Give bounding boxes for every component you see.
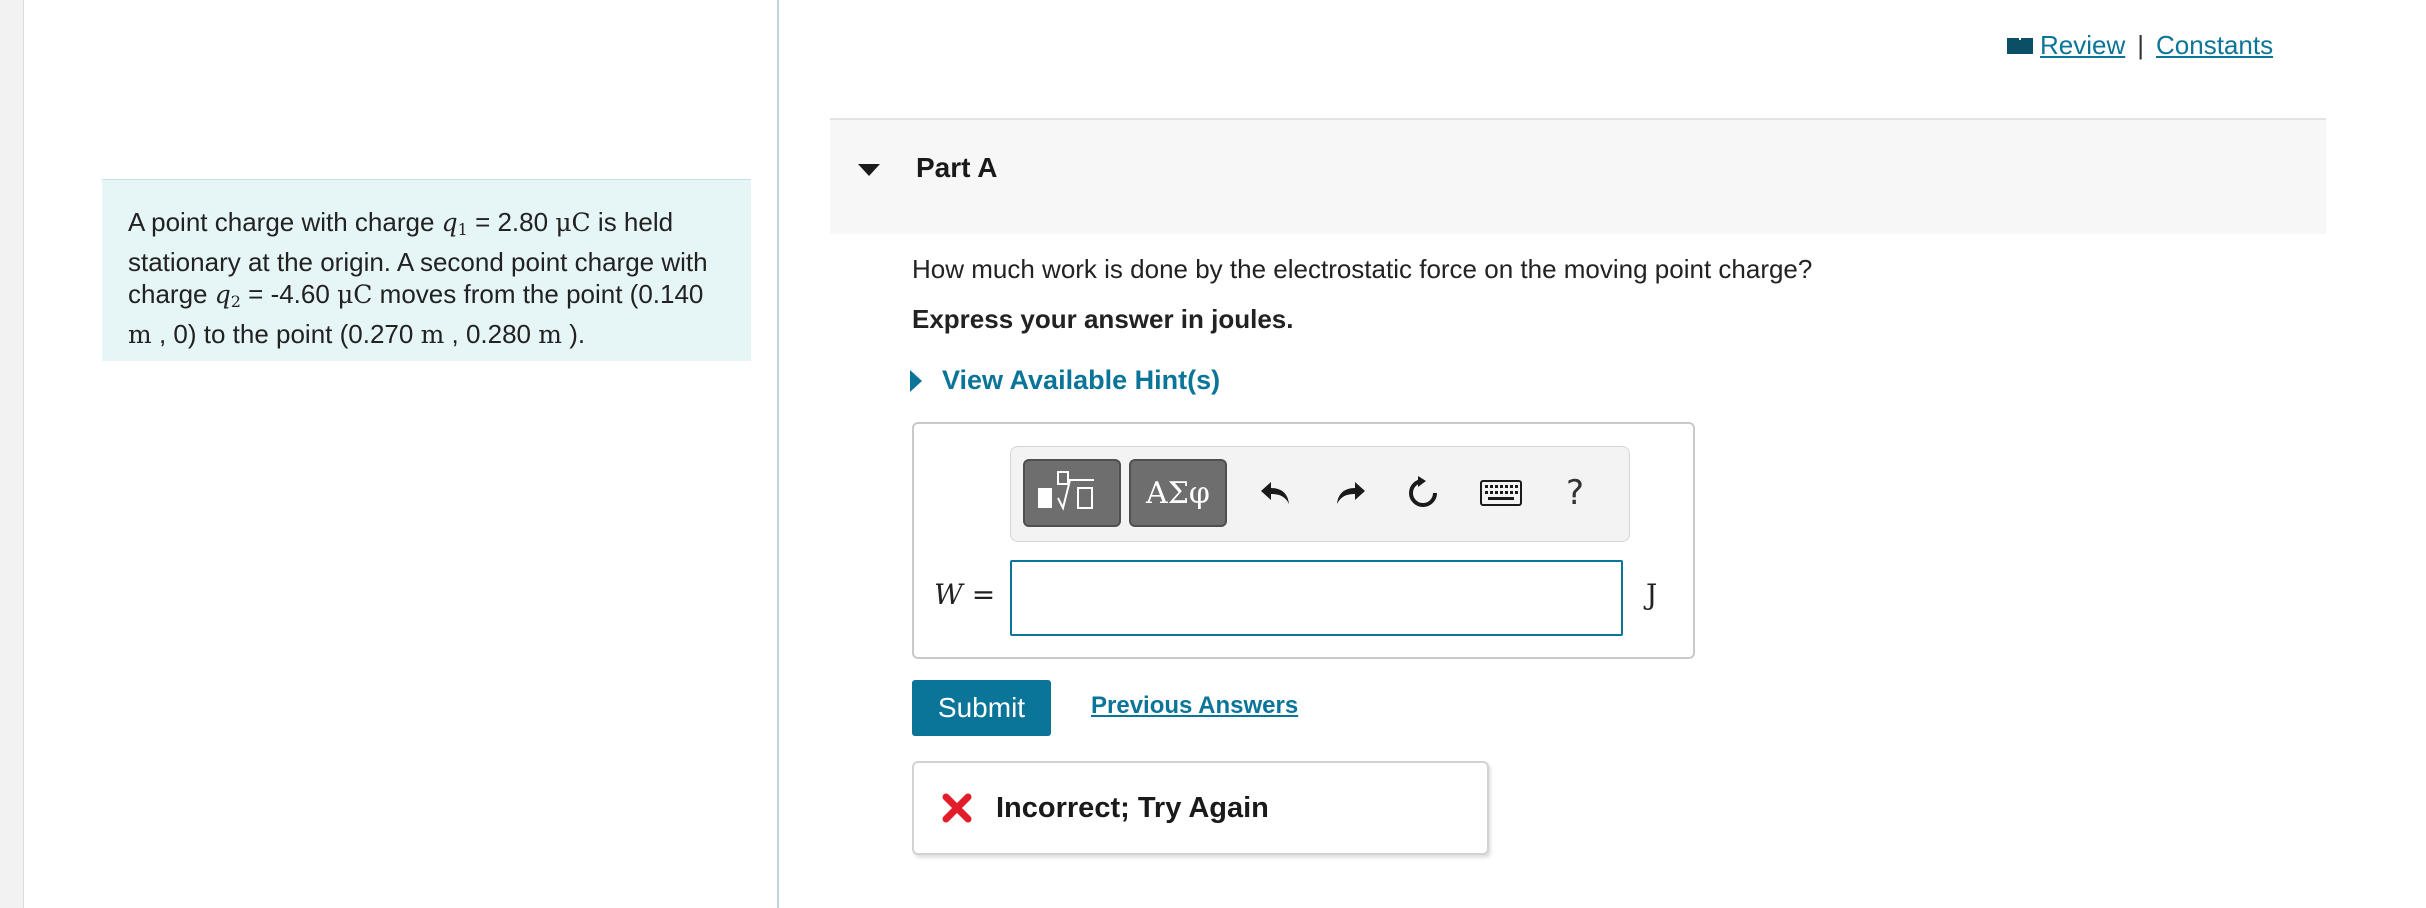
constants-link[interactable]: Constants — [2156, 30, 2273, 61]
variable-symbol: W — [934, 578, 963, 611]
problem-text: A point charge with charge — [128, 207, 442, 237]
greek-label: ΑΣφ — [1146, 475, 1210, 511]
unit-microcoulomb: μC — [337, 280, 373, 309]
templates-icon — [1032, 466, 1112, 521]
math-toolbar: ΑΣφ ? — [1010, 446, 1630, 542]
unit-microcoulomb: μC — [555, 208, 591, 237]
review-link[interactable]: Review — [2040, 30, 2125, 61]
answer-variable-label: W = — [934, 578, 995, 611]
templates-button[interactable] — [1023, 459, 1121, 527]
keyboard-icon[interactable] — [1477, 469, 1525, 517]
q1-variable: q — [441, 208, 458, 237]
problem-text: = -4.60 — [240, 279, 338, 309]
q2-variable: q — [214, 280, 231, 309]
problem-text: , 0.280 — [444, 319, 539, 349]
expand-caret-icon — [910, 369, 922, 392]
help-label: ? — [1565, 473, 1585, 513]
answer-input[interactable] — [1010, 560, 1623, 636]
question-text: How much work is done by the electrostat… — [912, 254, 1813, 284]
unit-meter: m — [538, 320, 562, 349]
answer-instruction: Express your answer in joules. — [912, 304, 1294, 334]
page: A point charge with charge q1 = 2.80 μC … — [0, 0, 2426, 908]
problem-text: = 2.80 — [467, 207, 556, 237]
answer-unit: J — [1646, 578, 1658, 611]
help-icon[interactable]: ? — [1551, 469, 1599, 517]
problem-text: ). — [561, 319, 586, 349]
problem-statement: A point charge with charge q1 = 2.80 μC … — [102, 179, 751, 361]
book-icon — [2006, 36, 2034, 56]
hint-label: View Available Hint(s) — [942, 365, 1221, 395]
problem-text: , 0) to the point (0.270 — [151, 319, 421, 349]
column-divider — [777, 0, 779, 908]
equals-sign: = — [971, 578, 996, 611]
submit-button[interactable]: Submit — [912, 680, 1051, 736]
q2-subscript: 2 — [230, 292, 241, 311]
collapse-caret-icon[interactable] — [858, 164, 880, 176]
previous-answers-link[interactable]: Previous Answers — [1091, 692, 1298, 720]
undo-icon[interactable] — [1251, 469, 1299, 517]
part-a-header[interactable]: Part A — [830, 118, 2326, 234]
greek-symbols-button[interactable]: ΑΣφ — [1129, 459, 1227, 527]
top-links: Review | Constants — [2006, 30, 2273, 61]
unit-meter: m — [128, 320, 152, 349]
q1-subscript: 1 — [457, 220, 468, 239]
view-hints-toggle[interactable]: View Available Hint(s) — [910, 365, 1220, 396]
link-separator: | — [2137, 30, 2145, 60]
feedback-message: Incorrect; Try Again — [996, 791, 1269, 824]
problem-text: moves from the point (0.140 — [372, 279, 704, 309]
incorrect-x-icon — [942, 793, 972, 823]
unit-meter: m — [420, 320, 445, 349]
answer-box: ΑΣφ ? W = J — [912, 422, 1695, 659]
part-title: Part A — [916, 152, 998, 183]
left-gutter — [0, 0, 24, 908]
redo-icon[interactable] — [1327, 469, 1375, 517]
reset-icon[interactable] — [1399, 469, 1447, 517]
feedback-box: Incorrect; Try Again — [912, 761, 1489, 855]
